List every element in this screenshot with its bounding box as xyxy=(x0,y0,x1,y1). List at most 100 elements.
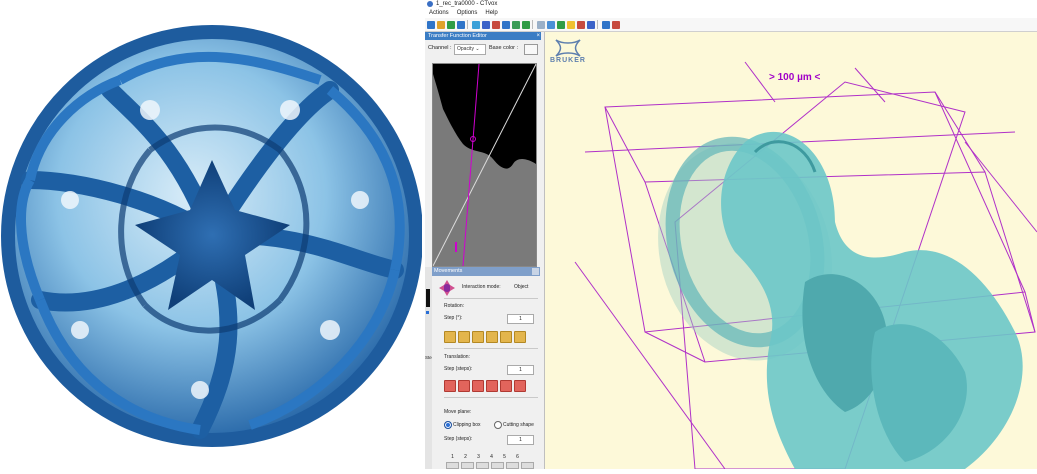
save-icon[interactable] xyxy=(437,20,445,29)
grid-icon[interactable] xyxy=(537,20,545,29)
plane-number[interactable]: 2 xyxy=(459,454,472,460)
plane-step-input[interactable]: 1 xyxy=(507,435,534,445)
plane-number-row: 1 2 3 4 5 6 xyxy=(446,454,524,460)
base-color-label: Base color : xyxy=(489,45,519,51)
open-icon[interactable] xyxy=(427,20,435,29)
cutting-shape-label: Cutting shape xyxy=(503,422,534,428)
rotate-button[interactable] xyxy=(500,331,512,343)
translate-button[interactable] xyxy=(486,380,498,392)
move-cursor-icon xyxy=(439,280,455,296)
bulb-icon[interactable] xyxy=(567,20,575,29)
toolbar-separator xyxy=(532,20,533,29)
camera-icon[interactable] xyxy=(447,20,455,29)
transfer-function-panel: Transfer Function Editor × Channel : Opa… xyxy=(425,32,545,469)
translation-label: Translation: xyxy=(444,354,470,360)
close-icon[interactable]: × xyxy=(536,32,540,40)
window-titlebar: 1_rec_tra0000 - CTvox xyxy=(425,0,1037,9)
plane-step-label: Step (steps): xyxy=(444,436,473,442)
transfer-function-title: Transfer Function Editor × xyxy=(425,32,541,40)
translate-button[interactable] xyxy=(500,380,512,392)
rotate-button[interactable] xyxy=(458,331,470,343)
translation-buttons xyxy=(444,380,528,392)
layers-icon[interactable] xyxy=(472,20,480,29)
plane-mini-button[interactable] xyxy=(521,462,534,469)
view-icon[interactable] xyxy=(512,20,520,29)
channel-label: Channel : xyxy=(428,45,452,51)
specimen-render xyxy=(658,131,1023,469)
toolbar-separator xyxy=(597,20,598,29)
measure-icon[interactable] xyxy=(577,20,585,29)
volume-viewport[interactable]: BRUKER > 100 µm < xyxy=(545,32,1037,469)
settings-icon[interactable] xyxy=(457,20,465,29)
menu-help[interactable]: Help xyxy=(485,10,497,16)
menu-actions[interactable]: Actions xyxy=(429,10,449,16)
movements-title: Movements xyxy=(432,267,540,276)
translate-button[interactable] xyxy=(472,380,484,392)
bruker-logo-icon xyxy=(555,39,581,57)
plane-mini-button[interactable] xyxy=(461,462,474,469)
plane-mini-button[interactable] xyxy=(446,462,459,469)
rotate-button[interactable] xyxy=(486,331,498,343)
channel-select-value: Opacity xyxy=(457,46,474,52)
zoom-icon[interactable] xyxy=(502,20,510,29)
app-icon xyxy=(427,1,433,7)
cutting-shape-radio[interactable] xyxy=(494,421,502,429)
plane-number[interactable]: 5 xyxy=(498,454,511,460)
transfer-function-curve[interactable] xyxy=(432,63,537,267)
volume-render xyxy=(574,61,1037,469)
chevron-down-icon: ⌄ xyxy=(475,46,480,52)
palette-icon[interactable] xyxy=(522,20,530,29)
rotation-step-input[interactable]: 1 xyxy=(507,314,534,324)
translate-button[interactable] xyxy=(514,380,526,392)
translation-step-input[interactable]: 1 xyxy=(507,365,534,375)
rotate-button[interactable] xyxy=(514,331,526,343)
range-marker[interactable] xyxy=(455,242,457,252)
toolbar xyxy=(425,18,1037,32)
move-icon[interactable] xyxy=(492,20,500,29)
move-plane-label: Move plane: xyxy=(444,409,472,415)
plane-mini-button[interactable] xyxy=(491,462,504,469)
scale-bar-label: > 100 µm < xyxy=(769,72,821,83)
transfer-function-title-text: Transfer Function Editor xyxy=(428,33,487,39)
lattice-sphere-image xyxy=(0,0,423,469)
rotate-button[interactable] xyxy=(444,331,456,343)
side-strip-label: Ste xyxy=(425,355,432,360)
color-icon[interactable] xyxy=(482,20,490,29)
side-marker-blue xyxy=(426,311,429,314)
window-title: 1_rec_tra0000 - CTvox xyxy=(436,1,498,7)
transfer-function-plot[interactable] xyxy=(432,63,537,267)
channel-select[interactable]: Opacity ⌄ xyxy=(454,44,486,55)
translate-button[interactable] xyxy=(458,380,470,392)
bruker-logo-text: BRUKER xyxy=(550,57,586,64)
plane-mini-button[interactable] xyxy=(476,462,489,469)
movements-panel: Interaction mode: Object Rotation: Step … xyxy=(432,276,540,469)
lattice-sphere-graphic xyxy=(1,25,423,447)
divider xyxy=(444,348,538,349)
interaction-mode-value[interactable]: Object xyxy=(514,284,528,290)
plane-number[interactable]: 1 xyxy=(446,454,459,460)
plane-number[interactable]: 3 xyxy=(472,454,485,460)
panel-pin-icon[interactable] xyxy=(532,268,539,275)
plane-number[interactable]: 6 xyxy=(511,454,524,460)
menu-bar: Actions Options Help xyxy=(425,9,1037,18)
rotation-step-label: Step (°): xyxy=(444,315,463,321)
toolbar-separator xyxy=(467,20,468,29)
side-marker-black xyxy=(426,289,430,307)
clipping-box-label: Clipping box xyxy=(453,422,481,428)
grid-icon[interactable] xyxy=(547,20,555,29)
plane-mini-button[interactable] xyxy=(506,462,519,469)
translate-button[interactable] xyxy=(444,380,456,392)
export-icon[interactable] xyxy=(602,20,610,29)
base-color-swatch[interactable] xyxy=(524,44,538,55)
grid-icon[interactable] xyxy=(557,20,565,29)
clipping-box-radio[interactable] xyxy=(444,421,452,429)
divider xyxy=(444,397,538,398)
pin-icon[interactable] xyxy=(612,20,620,29)
plane-number[interactable]: 4 xyxy=(485,454,498,460)
rotation-label: Rotation: xyxy=(444,303,465,309)
rotate-button[interactable] xyxy=(472,331,484,343)
movements-title-text: Movements xyxy=(434,268,463,274)
menu-options[interactable]: Options xyxy=(457,10,478,16)
rotation-buttons xyxy=(444,331,528,343)
export-icon[interactable] xyxy=(587,20,595,29)
